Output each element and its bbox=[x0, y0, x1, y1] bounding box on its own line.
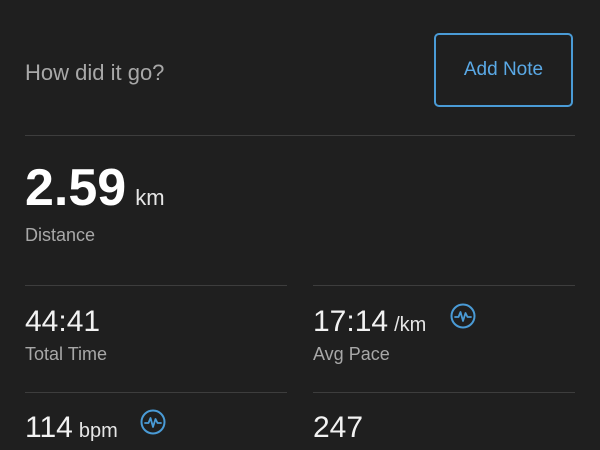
total-time-stat: 44:41 bbox=[25, 304, 100, 340]
avg-pace-stat: 17:14 /km bbox=[313, 304, 426, 340]
distance-stat: 2.59 km bbox=[25, 158, 165, 218]
distance-value: 2.59 bbox=[25, 159, 127, 217]
fourth-stat: 247 bbox=[313, 410, 363, 446]
heart-rate-chart-icon[interactable] bbox=[140, 409, 166, 435]
how-did-it-go-prompt: How did it go? bbox=[25, 60, 165, 85]
heart-rate-unit: bpm bbox=[78, 420, 118, 442]
fourth-stat-value: 247 bbox=[313, 411, 364, 444]
avg-pace-chart-icon[interactable] bbox=[450, 303, 476, 329]
stats-divider-left-2 bbox=[25, 392, 287, 393]
avg-pace-unit: /km bbox=[394, 314, 427, 336]
header-divider bbox=[25, 135, 575, 136]
stats-divider-right bbox=[313, 285, 575, 286]
avg-pace-label: Avg Pace bbox=[313, 344, 390, 364]
distance-unit: km bbox=[135, 185, 165, 210]
avg-pace-value: 17:14 bbox=[313, 305, 389, 338]
stats-divider-right-2 bbox=[313, 392, 575, 393]
stats-divider-left bbox=[25, 285, 287, 286]
total-time-value: 44:41 bbox=[25, 305, 101, 338]
distance-label: Distance bbox=[25, 225, 96, 245]
heart-rate-stat: 114 bpm bbox=[25, 410, 118, 446]
heart-rate-value: 114 bbox=[25, 411, 73, 444]
total-time-label: Total Time bbox=[25, 344, 108, 364]
add-note-button[interactable]: Add Note bbox=[434, 33, 573, 107]
